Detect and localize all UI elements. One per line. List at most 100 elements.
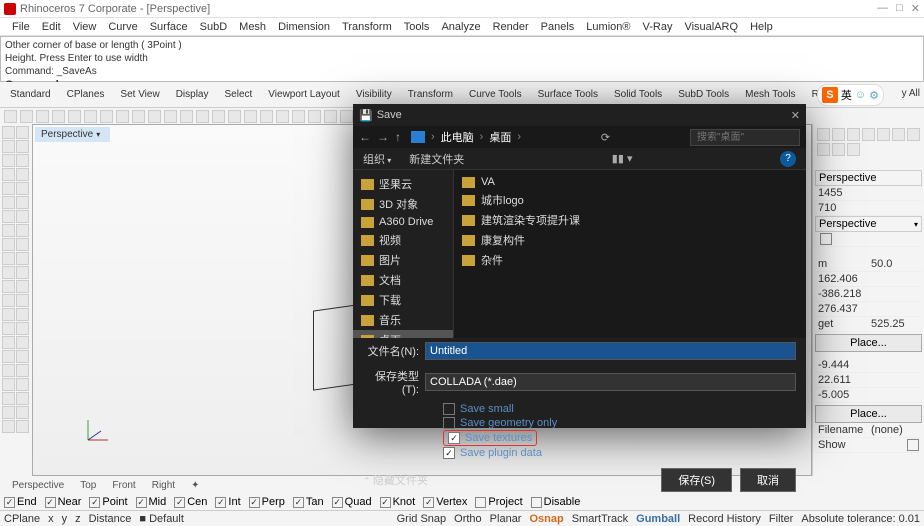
file-item[interactable]: 城市logo xyxy=(454,190,806,210)
tool-icon[interactable] xyxy=(16,336,29,349)
vtab-top[interactable]: Top xyxy=(72,478,104,493)
tool-icon[interactable] xyxy=(16,154,29,167)
menu-v-ray[interactable]: V-Ray xyxy=(636,21,678,33)
file-item[interactable]: 建筑渲染专项提升课 xyxy=(454,210,806,230)
osnap-disable[interactable] xyxy=(531,497,542,508)
panel-icon[interactable] xyxy=(817,128,830,141)
panel-icon[interactable] xyxy=(832,128,845,141)
tool-icon[interactable] xyxy=(196,110,209,123)
menu-curve[interactable]: Curve xyxy=(102,21,143,33)
place-button[interactable]: Place... xyxy=(815,334,922,352)
filetype-select[interactable]: COLLADA (*.dae) xyxy=(425,373,796,391)
tool-icon[interactable] xyxy=(16,350,29,363)
tool-icon[interactable] xyxy=(164,110,177,123)
osnap-knot[interactable] xyxy=(380,497,391,508)
ime-pill[interactable]: S 英 ☺⚙ xyxy=(817,84,884,106)
tool-icon[interactable] xyxy=(16,168,29,181)
tool-icon[interactable] xyxy=(2,336,15,349)
tab-mesh-tools[interactable]: Mesh Tools xyxy=(737,85,803,104)
tab-set-view[interactable]: Set View xyxy=(112,85,167,104)
tool-icon[interactable] xyxy=(228,110,241,123)
panel-icon[interactable] xyxy=(862,128,875,141)
tool-icon[interactable] xyxy=(308,110,321,123)
tool-icon[interactable] xyxy=(2,406,15,419)
menu-tools[interactable]: Tools xyxy=(398,21,436,33)
search-input[interactable] xyxy=(690,129,800,146)
new-folder-button[interactable]: 新建文件夹 xyxy=(409,151,464,167)
tool-icon[interactable] xyxy=(16,294,29,307)
tool-icon[interactable] xyxy=(16,196,29,209)
tree-item[interactable]: 视频 xyxy=(353,230,453,250)
tool-icon[interactable] xyxy=(2,294,15,307)
file-list[interactable]: VA城市logo建筑渲染专项提升课康复构件杂件 xyxy=(453,170,806,338)
tab-select[interactable]: Select xyxy=(217,85,261,104)
tree-item[interactable]: 3D 对象 xyxy=(353,194,453,214)
osnap-project[interactable] xyxy=(475,497,486,508)
max-button[interactable]: □ xyxy=(896,2,903,15)
checkbox[interactable] xyxy=(820,233,832,245)
tool-icon[interactable] xyxy=(84,110,97,123)
tool-icon[interactable] xyxy=(16,406,29,419)
tool-icon[interactable] xyxy=(2,392,15,405)
menu-edit[interactable]: Edit xyxy=(36,21,67,33)
hide-folders[interactable]: 隐藏文件夹 xyxy=(363,472,428,488)
file-item[interactable]: 康复构件 xyxy=(454,230,806,250)
tool-icon[interactable] xyxy=(2,224,15,237)
tool-icon[interactable] xyxy=(16,266,29,279)
osnap-mid[interactable] xyxy=(136,497,147,508)
osnap-int[interactable] xyxy=(215,497,226,508)
panel-icon[interactable] xyxy=(817,143,830,156)
osnap-point[interactable] xyxy=(89,497,100,508)
crumb-pc[interactable]: 此电脑 xyxy=(441,129,474,145)
crumb-desktop[interactable]: 桌面 xyxy=(489,129,511,145)
tool-icon[interactable] xyxy=(16,322,29,335)
tool-icon[interactable] xyxy=(2,140,15,153)
tool-icon[interactable] xyxy=(16,140,29,153)
vtab-right[interactable]: Right xyxy=(144,478,183,493)
menu-render[interactable]: Render xyxy=(487,21,535,33)
tool-icon[interactable] xyxy=(2,420,15,433)
tool-icon[interactable] xyxy=(2,182,15,195)
panel-icon[interactable] xyxy=(877,128,890,141)
command-area[interactable]: Other corner of base or length ( 3Point … xyxy=(0,36,924,82)
tool-icon[interactable] xyxy=(2,266,15,279)
file-item[interactable]: VA xyxy=(454,174,806,190)
tool-icon[interactable] xyxy=(16,420,29,433)
tool-icon[interactable] xyxy=(2,364,15,377)
tool-icon[interactable] xyxy=(292,110,305,123)
panel-icon[interactable] xyxy=(892,128,905,141)
panel-icon[interactable] xyxy=(847,128,860,141)
opt-save-textures[interactable]: Save textures xyxy=(443,430,537,446)
vtab-front[interactable]: Front xyxy=(104,478,143,493)
tab-viewport-layout[interactable]: Viewport Layout xyxy=(260,85,348,104)
help-icon[interactable]: ? xyxy=(780,151,796,167)
tool-icon[interactable] xyxy=(2,252,15,265)
menu-transform[interactable]: Transform xyxy=(336,21,398,33)
tool-icon[interactable] xyxy=(4,110,17,123)
tool-icon[interactable] xyxy=(16,308,29,321)
tool-icon[interactable] xyxy=(16,182,29,195)
tool-icon[interactable] xyxy=(180,110,193,123)
tree-item[interactable]: 下载 xyxy=(353,290,453,310)
menu-dimension[interactable]: Dimension xyxy=(272,21,336,33)
cancel-button[interactable]: 取消 xyxy=(740,468,796,492)
proj-select[interactable]: Perspective xyxy=(815,216,922,232)
menu-surface[interactable]: Surface xyxy=(144,21,194,33)
close-icon[interactable]: ✕ xyxy=(791,109,800,122)
up-icon[interactable]: ↑ xyxy=(395,130,401,144)
tool-icon[interactable] xyxy=(116,110,129,123)
tool-icon[interactable] xyxy=(16,224,29,237)
tool-icon[interactable] xyxy=(20,110,33,123)
menu-mesh[interactable]: Mesh xyxy=(233,21,272,33)
tool-icon[interactable] xyxy=(2,196,15,209)
tool-icon[interactable] xyxy=(16,210,29,223)
opt-save-plugin[interactable]: Save plugin data xyxy=(443,446,796,460)
panel-icon[interactable] xyxy=(907,128,920,141)
menu-lumion®[interactable]: Lumion® xyxy=(580,21,636,33)
tool-icon[interactable] xyxy=(2,322,15,335)
tree-item[interactable]: 桌面 xyxy=(353,330,453,338)
tool-icon[interactable] xyxy=(36,110,49,123)
opt-save-small[interactable]: Save small xyxy=(443,402,796,416)
menu-view[interactable]: View xyxy=(67,21,103,33)
tool-icon[interactable] xyxy=(148,110,161,123)
